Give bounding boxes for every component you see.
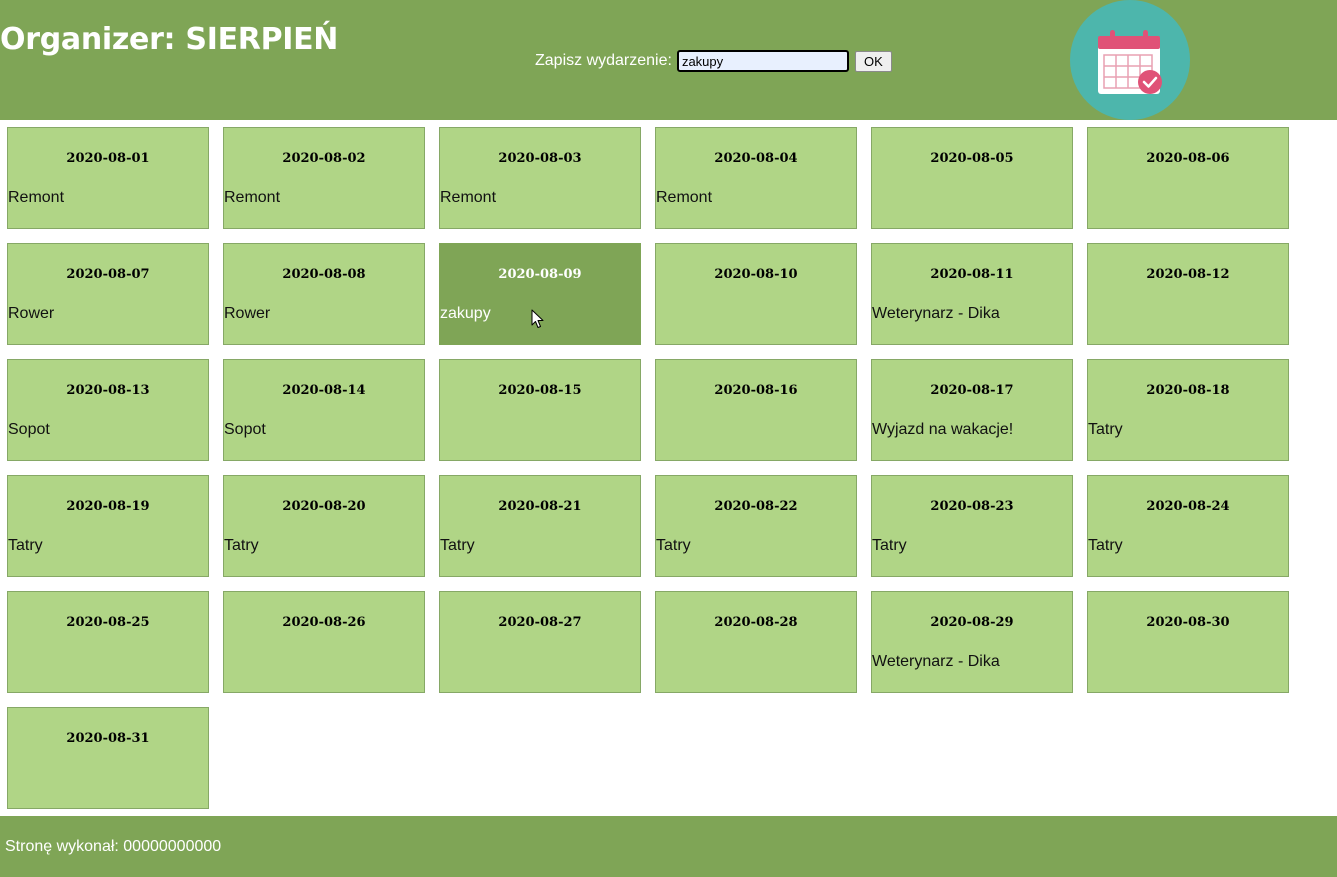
day-tile[interactable]: 2020-08-20 Tatry	[223, 475, 425, 577]
day-tile[interactable]: 2020-08-10	[655, 243, 857, 345]
day-event: zakupy	[440, 305, 491, 322]
day-date: 2020-08-11	[930, 267, 1014, 282]
day-tile[interactable]: 2020-08-29 Weterynarz - Dika	[871, 591, 1073, 693]
day-event: Tatry	[1088, 421, 1123, 438]
day-tile[interactable]: 2020-08-31	[7, 707, 209, 809]
day-tile[interactable]: 2020-08-26	[223, 591, 425, 693]
mouse-pointer-icon	[531, 309, 544, 328]
day-event: Remont	[440, 189, 497, 206]
day-date: 2020-08-17	[930, 383, 1014, 398]
day-event: Tatry	[440, 537, 475, 554]
day-tile[interactable]: 2020-08-30	[1087, 591, 1289, 693]
day-date: 2020-08-13	[66, 383, 150, 398]
day-tile[interactable]: 2020-08-12	[1087, 243, 1289, 345]
day-event: Sopot	[224, 421, 266, 438]
day-tile[interactable]: 2020-08-03 Remont	[439, 127, 641, 229]
day-tile[interactable]: 2020-08-15	[439, 359, 641, 461]
day-tile[interactable]: 2020-08-24 Tatry	[1087, 475, 1289, 577]
day-tile[interactable]: 2020-08-09 zakupy	[439, 243, 641, 345]
day-tile[interactable]: 2020-08-04 Remont	[655, 127, 857, 229]
day-event: Weterynarz - Dika	[872, 653, 1000, 670]
day-tile[interactable]: 2020-08-19 Tatry	[7, 475, 209, 577]
day-event: Sopot	[8, 421, 50, 438]
day-date: 2020-08-29	[930, 615, 1014, 630]
day-date: 2020-08-22	[714, 499, 798, 514]
day-date: 2020-08-26	[282, 615, 366, 630]
day-event: Remont	[224, 189, 281, 206]
day-date: 2020-08-03	[498, 151, 582, 166]
calendar-check-icon	[1070, 0, 1190, 120]
day-date: 2020-08-28	[714, 615, 798, 630]
footer-text: Stronę wykonał: 00000000000	[5, 838, 222, 855]
day-date: 2020-08-20	[282, 499, 366, 514]
day-tile[interactable]: 2020-08-14 Sopot	[223, 359, 425, 461]
day-date: 2020-08-08	[282, 267, 366, 282]
day-tile[interactable]: 2020-08-22 Tatry	[655, 475, 857, 577]
footer: Stronę wykonał: 00000000000	[0, 816, 1337, 877]
event-input[interactable]	[676, 50, 849, 72]
day-tile[interactable]: 2020-08-28	[655, 591, 857, 693]
day-event: Rower	[8, 305, 55, 322]
day-date: 2020-08-04	[714, 151, 798, 166]
day-date: 2020-08-30	[1146, 615, 1230, 630]
day-event: Weterynarz - Dika	[872, 305, 1000, 322]
day-tile[interactable]: 2020-08-21 Tatry	[439, 475, 641, 577]
day-tile[interactable]: 2020-08-16	[655, 359, 857, 461]
day-tile[interactable]: 2020-08-17 Wyjazd na wakacje!	[871, 359, 1073, 461]
day-tile[interactable]: 2020-08-11 Weterynarz - Dika	[871, 243, 1073, 345]
day-event: Tatry	[224, 537, 259, 554]
day-date: 2020-08-02	[282, 151, 366, 166]
day-tile[interactable]: 2020-08-08 Rower	[223, 243, 425, 345]
day-date: 2020-08-14	[282, 383, 366, 398]
day-date: 2020-08-31	[66, 731, 150, 746]
day-date: 2020-08-07	[66, 267, 150, 282]
page-title: Organizer: SIERPIEŃ	[0, 22, 339, 57]
day-date: 2020-08-12	[1146, 267, 1230, 282]
day-event: Remont	[8, 189, 65, 206]
day-tile[interactable]: 2020-08-18 Tatry	[1087, 359, 1289, 461]
day-tile[interactable]: 2020-08-07 Rower	[7, 243, 209, 345]
day-event: Tatry	[1088, 537, 1123, 554]
day-event: Tatry	[872, 537, 907, 554]
day-tile[interactable]: 2020-08-05	[871, 127, 1073, 229]
day-tile[interactable]: 2020-08-02 Remont	[223, 127, 425, 229]
day-date: 2020-08-23	[930, 499, 1014, 514]
day-tile[interactable]: 2020-08-23 Tatry	[871, 475, 1073, 577]
day-event: Wyjazd na wakacje!	[872, 421, 1014, 438]
day-tile[interactable]: 2020-08-27	[439, 591, 641, 693]
day-tile[interactable]: 2020-08-13 Sopot	[7, 359, 209, 461]
day-event: Tatry	[8, 537, 43, 554]
day-date: 2020-08-25	[66, 615, 150, 630]
calendar-grid: 2020-08-01 Remont 2020-08-02 Remont 2020-08-…	[7, 127, 1289, 809]
ok-button[interactable]: OK	[854, 50, 892, 72]
day-date: 2020-08-19	[66, 499, 150, 514]
event-form-label: Zapisz wydarzenie:	[535, 52, 672, 69]
event-form: Zapisz wydarzenie: OK	[535, 50, 892, 72]
day-date: 2020-08-24	[1146, 499, 1230, 514]
day-event: Remont	[656, 189, 713, 206]
day-date: 2020-08-06	[1146, 151, 1230, 166]
day-tile[interactable]: 2020-08-25	[7, 591, 209, 693]
day-date: 2020-08-01	[66, 151, 150, 166]
header: Organizer: SIERPIEŃ Zapisz wydarzenie: O…	[0, 0, 1337, 120]
day-date: 2020-08-10	[714, 267, 798, 282]
day-event: Tatry	[656, 537, 691, 554]
day-date: 2020-08-09	[498, 267, 582, 282]
day-date: 2020-08-21	[498, 499, 582, 514]
day-tile[interactable]: 2020-08-06	[1087, 127, 1289, 229]
day-tile[interactable]: 2020-08-01 Remont	[7, 127, 209, 229]
day-date: 2020-08-27	[498, 615, 582, 630]
day-date: 2020-08-15	[498, 383, 582, 398]
day-date: 2020-08-16	[714, 383, 798, 398]
day-date: 2020-08-18	[1146, 383, 1230, 398]
day-event: Rower	[224, 305, 271, 322]
day-date: 2020-08-05	[930, 151, 1014, 166]
